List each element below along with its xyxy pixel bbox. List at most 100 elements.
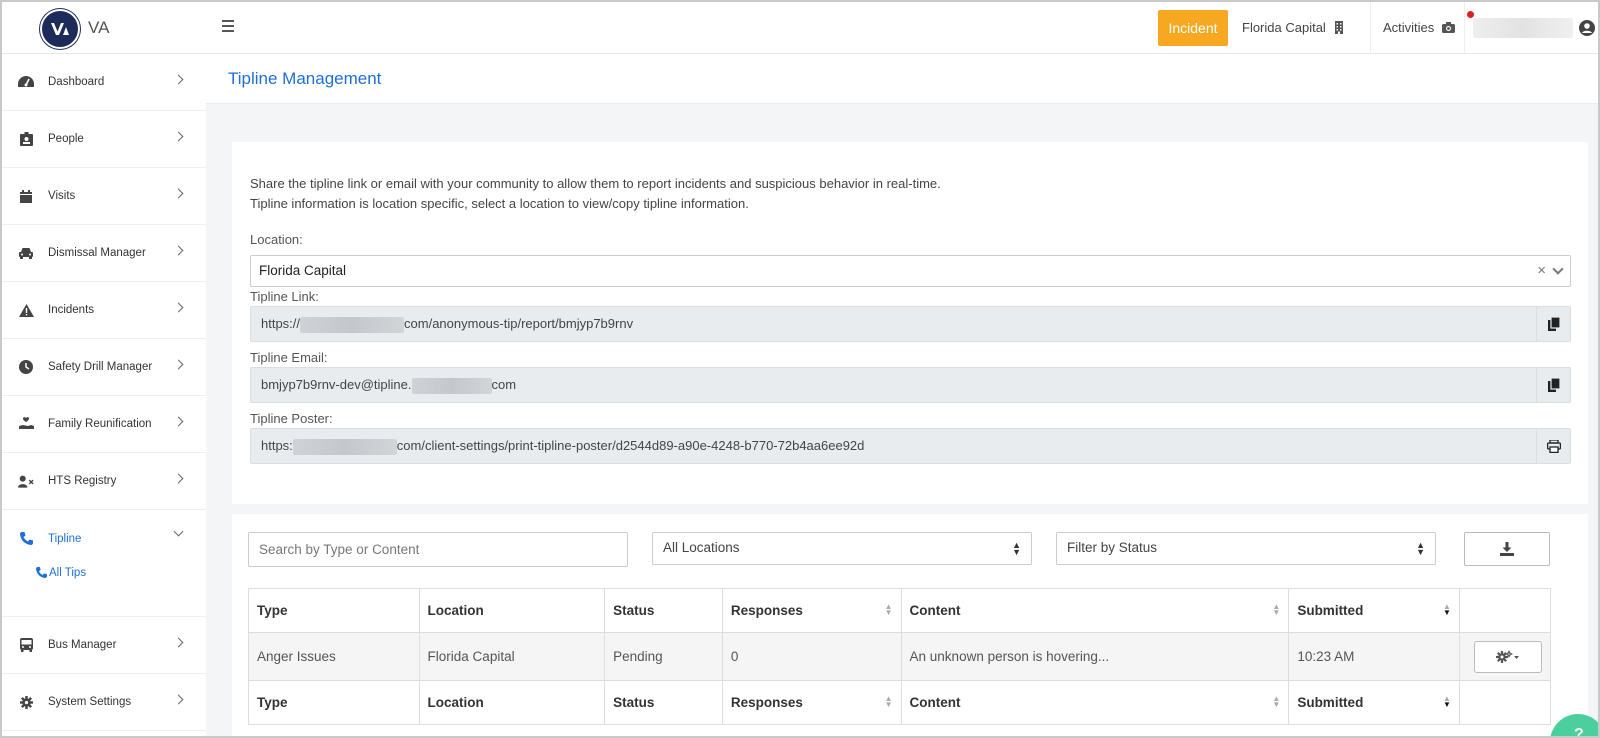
chevron-right-icon bbox=[173, 473, 184, 484]
link-prefix: https:// bbox=[261, 316, 301, 331]
sidebar-item-safety-drill-manager[interactable]: Safety Drill Manager bbox=[2, 339, 206, 396]
sidebar-item-label: Bus Manager bbox=[48, 639, 117, 651]
column-footer-status: Status bbox=[604, 680, 723, 725]
column-header-status[interactable]: Status bbox=[604, 588, 723, 633]
sidebar-item-family-reunification[interactable]: Family Reunification bbox=[2, 396, 206, 453]
tipline-link-field[interactable]: https:// com/anonymous-tip/report/bmjyp7b… bbox=[250, 306, 1571, 342]
column-header-label: Submitted bbox=[1297, 603, 1364, 618]
incident-button[interactable]: Incident bbox=[1158, 10, 1228, 46]
column-footer-submitted: Submitted ▲ ▼ bbox=[1288, 680, 1460, 725]
sidebar-item-visits[interactable]: Visits bbox=[2, 168, 206, 225]
copy-link-button[interactable] bbox=[1536, 307, 1570, 341]
tipline-poster-label: Tipline Poster: bbox=[250, 411, 333, 426]
copy-icon bbox=[1547, 317, 1560, 331]
sort-desc-icon: ▲ ▼ bbox=[1443, 694, 1451, 709]
sidebar-item-people[interactable]: People bbox=[2, 111, 206, 168]
column-header-location[interactable]: Location bbox=[418, 588, 606, 633]
location-filter-value: All Locations bbox=[663, 540, 740, 555]
column-footer-content: Content ▲ ▼ bbox=[900, 680, 1290, 725]
search-input[interactable] bbox=[248, 532, 628, 567]
status-filter-select[interactable]: Filter by Status ▲ ▼ bbox=[1056, 532, 1436, 565]
user-x-icon bbox=[18, 473, 34, 489]
sidebar-item-incidents[interactable]: Incidents bbox=[2, 282, 206, 339]
sidebar-item-label: Incidents bbox=[48, 304, 95, 316]
copy-email-button[interactable] bbox=[1536, 368, 1570, 402]
location-switcher[interactable]: Florida Capital bbox=[1242, 2, 1344, 53]
description-line: Share the tipline link or email with you… bbox=[250, 176, 941, 191]
sidebar-item-dismissal-manager[interactable]: Dismissal Manager bbox=[2, 225, 206, 282]
cell-actions bbox=[1458, 632, 1552, 681]
column-footer-label: Responses bbox=[730, 695, 803, 710]
tipline-info-card: Share the tipline link or email with you… bbox=[232, 142, 1588, 504]
column-header-content[interactable]: Content ▲ ▼ bbox=[900, 588, 1290, 633]
chevron-down-icon bbox=[173, 526, 184, 537]
sidebar-item-dashboard[interactable]: Dashboard bbox=[2, 54, 206, 111]
top-header: VA Incident Florida Capital Activities bbox=[2, 2, 1598, 54]
tipline-email-field[interactable]: bmjyp7b9rnv-dev@tipline. com bbox=[250, 367, 1571, 403]
sidebar-item-label: Safety Drill Manager bbox=[48, 361, 153, 373]
chevron-right-icon bbox=[173, 416, 184, 427]
id-badge-icon bbox=[18, 131, 34, 147]
menu-toggle-icon[interactable] bbox=[222, 20, 236, 34]
chevron-down-icon[interactable] bbox=[1552, 263, 1564, 275]
poster-suffix: com/client-settings/print-tipline-poster… bbox=[396, 438, 865, 453]
column-header-label: Content bbox=[909, 603, 961, 618]
print-poster-button[interactable] bbox=[1536, 429, 1570, 463]
location-select[interactable]: Florida Capital × bbox=[250, 255, 1571, 287]
chevron-right-icon bbox=[173, 694, 184, 705]
location-label: Florida Capital bbox=[1242, 20, 1326, 35]
poster-prefix: https: bbox=[261, 438, 293, 453]
sidebar-item-label: People bbox=[48, 133, 84, 145]
sidebar-item-bus-manager[interactable]: Bus Manager bbox=[2, 617, 206, 674]
sidebar-item-label: Tipline bbox=[48, 532, 82, 545]
column-header-submitted[interactable]: Submitted ▲ ▼ bbox=[1288, 588, 1460, 633]
building-icon bbox=[1334, 21, 1343, 34]
description-line: Tipline information is location specific… bbox=[250, 196, 749, 211]
clear-icon[interactable]: × bbox=[1537, 262, 1546, 279]
sidebar-subitem-all-tips[interactable]: All Tips bbox=[2, 567, 206, 617]
cell-status: Pending bbox=[604, 632, 723, 681]
sort-icon: ▲ ▼ bbox=[884, 602, 893, 617]
download-button[interactable] bbox=[1464, 532, 1550, 566]
tipline-description: Share the tipline link or email with you… bbox=[250, 174, 941, 214]
chevron-right-icon bbox=[173, 131, 184, 142]
page-title-bar: Tipline Management bbox=[206, 54, 1598, 104]
cell-location: Florida Capital bbox=[418, 632, 606, 681]
sidebar-item-label: HTS Registry bbox=[48, 475, 117, 487]
table-header-row: Type Location Status Responses ▲ ▼ Content… bbox=[248, 588, 1552, 633]
brand-name: VA bbox=[88, 18, 110, 37]
location-select-value: Florida Capital bbox=[259, 263, 347, 278]
sidebar-nav: Dashboard People Visits Dismissal Manage… bbox=[2, 54, 206, 736]
camera-icon bbox=[1442, 22, 1456, 33]
user-menu[interactable] bbox=[1464, 2, 1598, 53]
column-footer-label: Submitted bbox=[1297, 695, 1364, 710]
brand-logo[interactable] bbox=[40, 9, 80, 49]
column-footer-actions bbox=[1458, 680, 1552, 725]
location-filter-select[interactable]: All Locations ▲ ▼ bbox=[652, 532, 1032, 565]
activities-link[interactable]: Activities bbox=[1370, 2, 1456, 53]
logo-icon bbox=[51, 23, 69, 35]
table-footer-row: Type Location Status Responses ▲ ▼ Content… bbox=[248, 680, 1552, 725]
sort-arrows-icon: ▲ ▼ bbox=[1012, 540, 1021, 557]
cell-type: Anger Issues bbox=[248, 632, 420, 681]
tips-table-card: All Locations ▲▼ Filter by Status ▲▼ Typ… bbox=[232, 514, 1588, 736]
copy-icon bbox=[1547, 378, 1560, 392]
chevron-right-icon bbox=[173, 359, 184, 370]
sort-icon: ▲ ▼ bbox=[1272, 602, 1281, 617]
column-footer-label: Content bbox=[909, 695, 961, 710]
table-row[interactable]: Anger Issues Florida Capital Pending 0 A… bbox=[248, 632, 1552, 681]
link-suffix: com/anonymous-tip/report/bmjyp7b9rnv bbox=[404, 316, 634, 331]
tipline-poster-field[interactable]: https: com/client-settings/print-tipline-… bbox=[250, 428, 1571, 464]
sidebar-item-tipline[interactable]: Tipline bbox=[2, 510, 206, 567]
chevron-right-icon bbox=[173, 302, 184, 313]
phone-icon bbox=[36, 567, 47, 578]
column-header-type[interactable]: Type bbox=[248, 588, 420, 633]
sidebar-item-system-settings[interactable]: System Settings bbox=[2, 674, 206, 731]
status-filter-value: Filter by Status bbox=[1067, 540, 1158, 555]
hand-heart-icon bbox=[18, 416, 34, 432]
chevron-right-icon bbox=[173, 188, 184, 199]
sidebar-subitem-label: All Tips bbox=[49, 567, 87, 579]
column-header-responses[interactable]: Responses ▲ ▼ bbox=[721, 588, 902, 633]
row-actions-button[interactable] bbox=[1473, 640, 1542, 673]
sidebar-item-hts-registry[interactable]: HTS Registry bbox=[2, 453, 206, 510]
